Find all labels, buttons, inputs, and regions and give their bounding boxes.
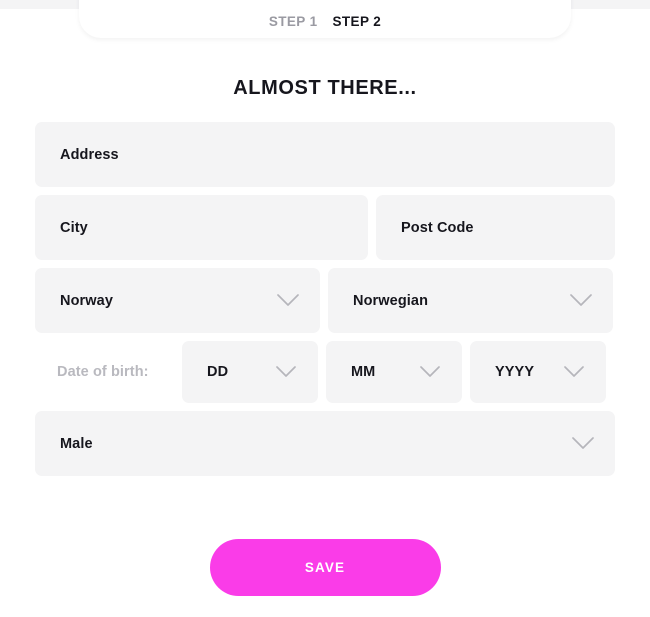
date-of-birth-row: Date of birth: DD MM YYYY bbox=[35, 341, 615, 403]
chevron-down-icon bbox=[274, 287, 302, 315]
gender-select[interactable]: Male bbox=[35, 411, 615, 476]
page-title: ALMOST THERE... bbox=[233, 77, 417, 99]
stepper-card: STEP 1 STEP 2 bbox=[79, 0, 571, 38]
country-select-value: Norway bbox=[60, 292, 113, 309]
address-field-value: Address bbox=[60, 146, 119, 163]
dob-year-value: YYYY bbox=[495, 364, 535, 380]
stepper-tabs: STEP 1 STEP 2 bbox=[269, 14, 381, 29]
post-code-field-value: Post Code bbox=[401, 219, 474, 236]
dob-month-select[interactable]: MM bbox=[326, 341, 462, 403]
post-code-field[interactable]: Post Code bbox=[376, 195, 615, 260]
registration-form: Address City Post Code Norway Norwegian bbox=[35, 122, 615, 484]
address-row: Address bbox=[35, 122, 615, 187]
chevron-down-icon bbox=[569, 430, 597, 458]
chevron-down-icon bbox=[567, 287, 595, 315]
tab-step-2[interactable]: STEP 2 bbox=[333, 14, 382, 29]
address-field[interactable]: Address bbox=[35, 122, 615, 187]
dob-day-select[interactable]: DD bbox=[182, 341, 318, 403]
language-select[interactable]: Norwegian bbox=[328, 268, 613, 333]
country-language-row: Norway Norwegian bbox=[35, 268, 615, 333]
chevron-down-icon bbox=[416, 358, 444, 386]
save-button-container: SAVE bbox=[0, 539, 650, 596]
chevron-down-icon bbox=[560, 358, 588, 386]
city-field-value: City bbox=[60, 219, 88, 236]
save-button[interactable]: SAVE bbox=[209, 539, 441, 596]
chevron-down-icon bbox=[272, 358, 300, 386]
city-field[interactable]: City bbox=[35, 195, 368, 260]
tab-step-1[interactable]: STEP 1 bbox=[269, 14, 318, 29]
gender-row: Male bbox=[35, 411, 615, 476]
dob-day-value: DD bbox=[207, 364, 229, 380]
country-select[interactable]: Norway bbox=[35, 268, 320, 333]
city-postcode-row: City Post Code bbox=[35, 195, 615, 260]
gender-select-value: Male bbox=[60, 435, 93, 452]
dob-month-value: MM bbox=[351, 364, 376, 380]
dob-year-select[interactable]: YYYY bbox=[470, 341, 606, 403]
date-of-birth-label: Date of birth: bbox=[57, 364, 149, 380]
language-select-value: Norwegian bbox=[353, 292, 429, 309]
